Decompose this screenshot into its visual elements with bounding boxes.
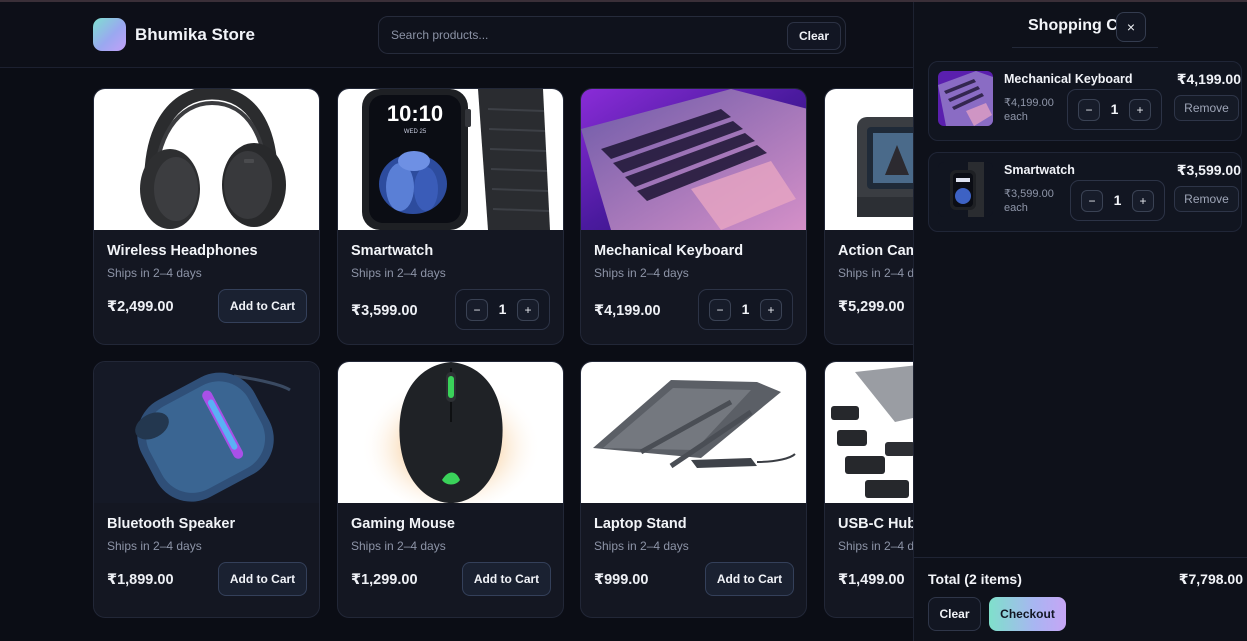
cart-item: Smartwatch ₹3,599.00 each − 1 + ₹3,599.0… xyxy=(928,152,1242,232)
product-card: Mechanical Keyboard Ships in 2–4 days ₹4… xyxy=(580,88,807,345)
product-price: ₹5,299.00 xyxy=(838,299,905,315)
quantity-stepper: − 1 + xyxy=(1070,180,1165,221)
product-price: ₹2,499.00 xyxy=(107,299,174,315)
cart-item: Mechanical Keyboard ₹4,199.00 each − 1 +… xyxy=(928,61,1242,141)
checkout-button[interactable]: Checkout xyxy=(989,597,1066,631)
cart-header-divider xyxy=(1012,47,1158,48)
increase-quantity-button[interactable]: + xyxy=(1129,99,1151,121)
shipping-text: Ships in 2–4 days xyxy=(351,539,446,553)
add-to-cart-button[interactable]: Add to Cart xyxy=(218,289,307,323)
watch-date: WED 25 xyxy=(404,129,427,135)
shipping-text: Ships in 2–4 d xyxy=(838,539,915,553)
search-bar: Clear xyxy=(378,16,846,54)
shipping-text: Ships in 2–4 days xyxy=(107,266,202,280)
add-to-cart-button[interactable]: Add to Cart xyxy=(218,562,307,596)
clear-cart-button[interactable]: Clear xyxy=(928,597,981,631)
product-price: ₹1,899.00 xyxy=(107,572,174,588)
brand-name: Bhumika Store xyxy=(135,24,255,44)
shipping-text: Ships in 2–4 days xyxy=(351,266,446,280)
cart-item-name: Mechanical Keyboard xyxy=(1004,72,1133,86)
product-card: Laptop Stand Ships in 2–4 days ₹999.00 A… xyxy=(580,361,807,618)
quantity-stepper: − 1 + xyxy=(1067,89,1162,130)
product-card: Wireless Headphones Ships in 2–4 days ₹2… xyxy=(93,88,320,345)
cart-footer-divider xyxy=(914,557,1247,558)
product-image-mouse xyxy=(338,362,563,503)
product-name: Gaming Mouse xyxy=(351,516,455,532)
product-name: USB-C Hub xyxy=(838,516,917,532)
product-card: Gaming Mouse Ships in 2–4 days ₹1,299.00… xyxy=(337,361,564,618)
remove-item-button[interactable]: Remove xyxy=(1174,95,1239,121)
cart-item-unit-price: ₹3,599.00 each xyxy=(1004,188,1054,214)
increase-quantity-button[interactable]: + xyxy=(517,299,539,321)
cart-item-thumbnail xyxy=(938,71,993,126)
product-card: Bluetooth Speaker Ships in 2–4 days ₹1,8… xyxy=(93,361,320,618)
product-image-smartwatch: 10:10 WED 25 xyxy=(338,89,563,230)
logo-icon xyxy=(93,18,126,51)
remove-item-button[interactable]: Remove xyxy=(1174,186,1239,212)
cart-item-name: Smartwatch xyxy=(1004,163,1075,177)
cart-item-total: ₹3,599.00 xyxy=(1176,162,1241,178)
cart-item-thumbnail xyxy=(938,162,993,217)
watch-time: 10:10 xyxy=(387,101,443,126)
product-price: ₹1,499.00 xyxy=(838,572,905,588)
product-image-speaker xyxy=(94,362,319,503)
product-image-headphones xyxy=(94,89,319,230)
product-price: ₹1,299.00 xyxy=(351,572,418,588)
product-price: ₹3,599.00 xyxy=(351,303,418,319)
increase-quantity-button[interactable]: + xyxy=(1132,190,1154,212)
cart-item-total: ₹4,199.00 xyxy=(1176,71,1241,87)
product-name: Laptop Stand xyxy=(594,516,687,532)
product-price: ₹999.00 xyxy=(594,572,649,588)
close-icon[interactable]: × xyxy=(1116,12,1146,42)
increase-quantity-button[interactable]: + xyxy=(760,299,782,321)
search-input[interactable] xyxy=(391,25,771,45)
product-name: Smartwatch xyxy=(351,243,434,259)
add-to-cart-button[interactable]: Add to Cart xyxy=(705,562,794,596)
shipping-text: Ships in 2–4 d xyxy=(838,266,915,280)
search-clear-button[interactable]: Clear xyxy=(787,22,841,50)
cart-total-label: Total (2 items) xyxy=(928,571,1022,587)
cart-total-value: ₹7,798.00 xyxy=(1178,571,1243,587)
product-name: Wireless Headphones xyxy=(107,243,258,259)
shipping-text: Ships in 2–4 days xyxy=(594,539,689,553)
product-name: Action Cam xyxy=(838,243,919,259)
brand-logo[interactable]: Bhumika Store xyxy=(93,18,255,51)
cart-item-unit-price: ₹4,199.00 each xyxy=(1004,97,1054,123)
cart-drawer: Shopping C × Mechanical Keyboard ₹4,199.… xyxy=(913,2,1247,641)
shipping-text: Ships in 2–4 days xyxy=(594,266,689,280)
product-image-laptop-stand xyxy=(581,362,806,503)
shipping-text: Ships in 2–4 days xyxy=(107,539,202,553)
quantity-stepper: − 1 + xyxy=(455,289,550,330)
product-image-keyboard xyxy=(581,89,806,230)
add-to-cart-button[interactable]: Add to Cart xyxy=(462,562,551,596)
product-name: Bluetooth Speaker xyxy=(107,516,236,532)
product-price: ₹4,199.00 xyxy=(594,303,661,319)
product-name: Mechanical Keyboard xyxy=(594,243,744,259)
quantity-stepper: − 1 + xyxy=(698,289,793,330)
product-card: 10:10 WED 25 Smartwatch Ships in 2–4 day… xyxy=(337,88,564,345)
